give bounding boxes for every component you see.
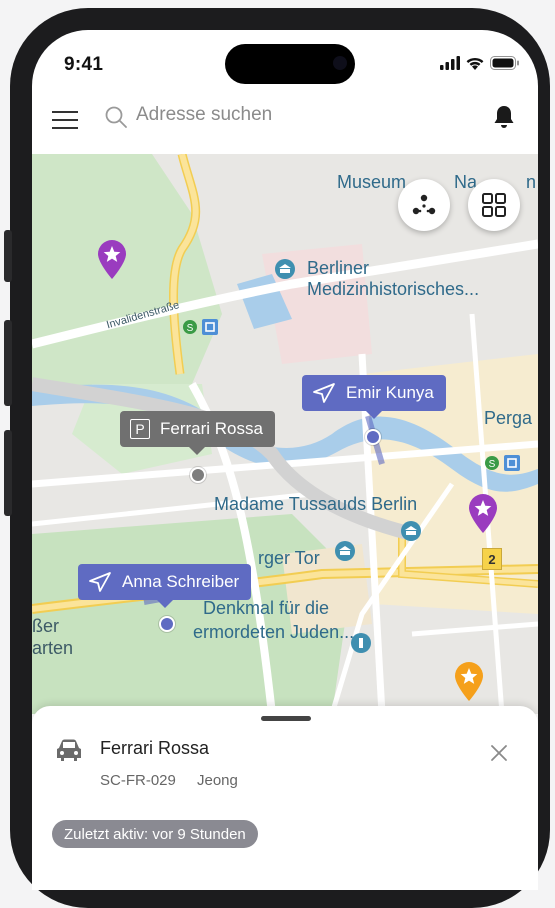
vehicle-marker[interactable] — [190, 467, 206, 483]
map-label-denkmal: ermordeten Juden... — [193, 622, 355, 642]
wifi-icon — [466, 57, 484, 70]
vehicle-name: Ferrari Rossa — [100, 738, 210, 758]
close-icon[interactable] — [490, 744, 508, 762]
person-marker-anna[interactable] — [159, 616, 175, 632]
battery-icon — [490, 56, 519, 70]
app-header — [32, 92, 538, 155]
person-marker-emir[interactable] — [365, 429, 381, 445]
status-icons — [440, 56, 520, 70]
drag-handle[interactable] — [261, 716, 311, 721]
person-callout-label: Anna Schreiber — [122, 572, 240, 591]
svg-text:S: S — [187, 323, 194, 334]
map-label-arten: arten — [32, 638, 74, 658]
cluster-icon — [412, 194, 436, 215]
transit-station-icon: S — [183, 319, 218, 335]
map-label-tor: rger Tor — [258, 548, 320, 568]
vehicle-callout-label: Ferrari Rossa — [160, 419, 263, 438]
svg-text:S: S — [489, 459, 496, 470]
search-input[interactable] — [136, 102, 396, 128]
grid-view-button[interactable] — [468, 179, 520, 231]
map-label-berliner: Berliner — [307, 258, 370, 278]
app-screen: 9:41 Adresse suchen Museum Na n Berliner… — [32, 30, 538, 890]
person-callout-anna[interactable]: Anna Schreiber — [78, 564, 252, 608]
status-bar: 9:41 — [32, 30, 538, 100]
map-view[interactable]: Museum Na n Berliner Medizinhistorisches… — [32, 154, 538, 714]
side-button — [4, 430, 12, 516]
navigation-arrow-icon — [313, 383, 335, 403]
vehicle-callout[interactable]: P Ferrari Rossa — [120, 411, 275, 455]
museum-poi-icon — [275, 259, 295, 279]
navigation-arrow-icon — [89, 572, 111, 592]
status-time: 9:41 — [64, 54, 104, 75]
favorite-star-pin[interactable] — [454, 662, 484, 702]
transit-station-icon: S — [485, 455, 520, 471]
map-label-tussauds: Madame Tussauds Berlin — [214, 494, 418, 514]
memorial-poi-icon — [351, 633, 371, 653]
person-callout-emir[interactable]: Emir Kunya — [302, 375, 446, 419]
search-icon — [105, 106, 127, 128]
grid-icon — [482, 193, 506, 217]
road-number-badge: 2 — [482, 548, 502, 570]
cluster-button[interactable] — [398, 179, 450, 231]
vehicle-plate: SC-FR-029 — [100, 772, 176, 789]
bell-icon[interactable] — [492, 104, 516, 130]
last-active-badge: Zuletzt aktiv: vor 9 Stunden — [52, 820, 258, 848]
map-label-museum-tail: n — [526, 172, 537, 192]
menu-icon[interactable] — [52, 109, 78, 131]
museum-poi-icon — [335, 541, 355, 561]
parking-icon: P — [130, 419, 150, 439]
side-button — [4, 230, 12, 282]
museum-poi-icon — [401, 521, 421, 541]
map-label-museum: Museum — [337, 172, 407, 192]
map-label-denkmal: Denkmal für die — [203, 598, 330, 618]
favorite-star-pin[interactable] — [468, 494, 498, 534]
map-label-sser: ßer — [32, 616, 59, 636]
dynamic-island — [225, 44, 355, 84]
signal-icon — [440, 56, 460, 70]
map-label-medizin: Medizinhistorisches... — [307, 279, 480, 299]
favorite-star-pin[interactable] — [97, 240, 127, 280]
car-icon — [57, 739, 81, 761]
vehicle-detail-sheet: Ferrari Rossa SC-FR-029 Jeong Zuletzt ak… — [32, 706, 538, 890]
vehicle-driver: Jeong — [197, 772, 238, 789]
side-button — [4, 320, 12, 406]
map-label-pergamon: Perga — [484, 408, 533, 428]
person-callout-label: Emir Kunya — [346, 383, 434, 402]
